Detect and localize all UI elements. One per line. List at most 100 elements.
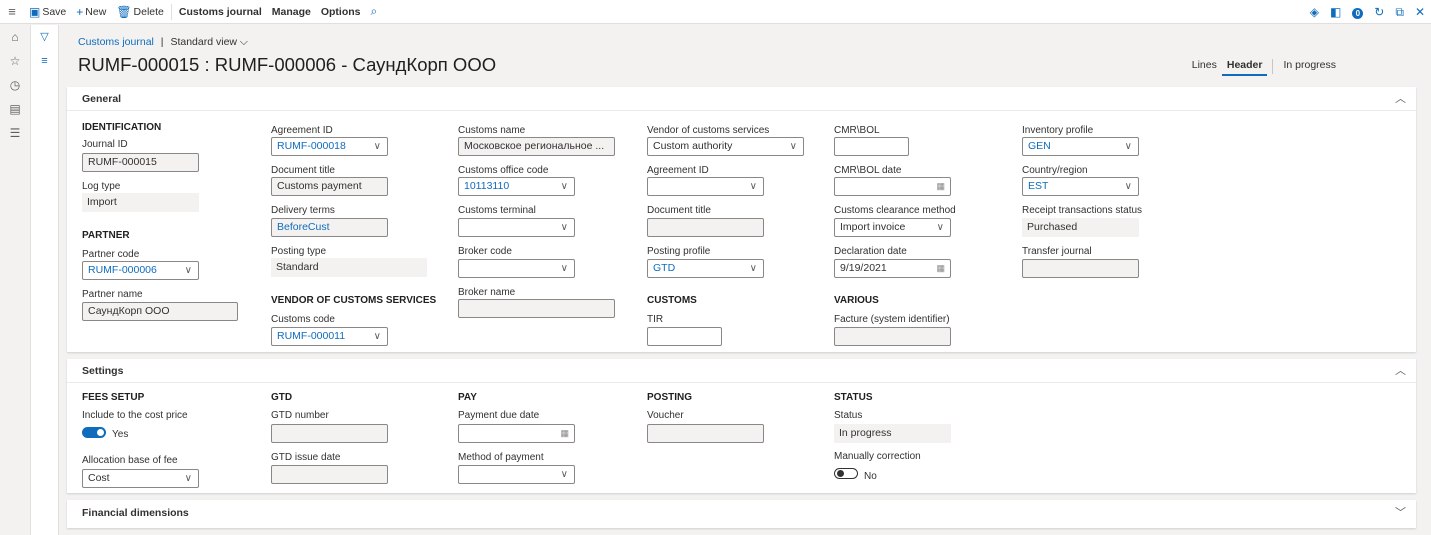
gtd-number-field[interactable] <box>271 424 388 443</box>
manual-correction-value: No <box>864 471 877 482</box>
agreement-id2-dropdown[interactable]: ∨ <box>647 177 764 196</box>
cmr-bol-label: CMR\BOL <box>834 125 880 136</box>
log-type-label: Log type <box>82 181 121 192</box>
home-icon[interactable]: ⌂ <box>0 25 30 49</box>
include-cost-value: Yes <box>112 429 129 440</box>
tir-field[interactable] <box>647 327 722 346</box>
posting-profile-label: Posting profile <box>647 246 711 257</box>
chevron-down-icon: ∨ <box>1124 141 1132 152</box>
settings-section-header[interactable]: Settings ︿ <box>67 359 1416 383</box>
cmr-bol-field[interactable] <box>834 137 909 156</box>
method-payment-dropdown[interactable]: ∨ <box>458 465 575 484</box>
customs-terminal-label: Customs terminal <box>458 205 536 216</box>
customs-terminal-dropdown[interactable]: ∨ <box>458 218 575 237</box>
list-icon[interactable]: ≡ <box>31 49 58 73</box>
include-cost-label: Include to the cost price <box>82 410 188 421</box>
toolbar-divider <box>170 3 172 20</box>
cmr-bol-date-label: CMR\BOL date <box>834 165 902 176</box>
chevron-down-icon: ∨ <box>1124 181 1132 192</box>
vendor-services-dropdown[interactable]: Custom authority ∨ <box>647 137 804 156</box>
options-button[interactable]: Options <box>316 0 366 24</box>
tir-label: TIR <box>647 314 664 325</box>
office-icon[interactable]: ◧ <box>1330 5 1341 19</box>
customs-code-dropdown[interactable]: RUMF-000011 ∨ <box>271 327 388 346</box>
transfer-journal-field[interactable] <box>1022 259 1139 278</box>
various-group: VARIOUS <box>834 295 879 306</box>
settings-section: Settings ︿ FEES SETUP Include to the cost… <box>67 359 1416 493</box>
manual-correction-toggle[interactable] <box>834 468 858 479</box>
clearance-method-dropdown[interactable]: Import invoice ∨ <box>834 218 951 237</box>
broker-name-field[interactable] <box>458 299 615 318</box>
top-toolbar: ≡ ▣ Save + New 🗑 Delete Customs journal Man… <box>0 0 1431 24</box>
chevron-up-icon: ︿ <box>1395 93 1406 105</box>
declaration-date-label: Declaration date <box>834 246 907 257</box>
manage-button[interactable]: Manage <box>267 0 316 24</box>
allocation-dropdown[interactable]: Cost ∨ <box>82 469 199 488</box>
calendar-icon: ▦ <box>560 428 569 438</box>
search-icon[interactable]: ⌕ <box>366 0 385 24</box>
broker-code-label: Broker code <box>458 246 512 257</box>
manual-correction-label: Manually correction <box>834 451 921 462</box>
recent-icon[interactable]: ◷ <box>0 73 30 97</box>
customs-journal-button[interactable]: Customs journal <box>174 0 267 24</box>
partner-name-field[interactable]: СаундКорп ООО <box>82 302 238 321</box>
vendor-customs-services-group: VENDOR OF CUSTOMS SERVICES <box>271 295 437 306</box>
trash-icon: 🗑 <box>116 4 132 19</box>
new-button[interactable]: + New <box>71 0 111 24</box>
modules-icon[interactable]: ☰ <box>0 121 30 145</box>
document-title-field[interactable]: Customs payment <box>271 177 388 196</box>
gtd-issue-date-field[interactable] <box>271 465 388 484</box>
chevron-down-icon: ﹀ <box>1395 507 1406 519</box>
tab-lines[interactable]: Lines <box>1187 59 1222 76</box>
agreement-id-dropdown[interactable]: RUMF-000018 ∨ <box>271 137 388 156</box>
payment-due-field[interactable]: ▦ <box>458 424 575 443</box>
declaration-date-field[interactable]: 9/19/2021 ▦ <box>834 259 951 278</box>
open-new-window-icon[interactable]: ⧉ <box>1395 5 1404 20</box>
tab-header[interactable]: Header <box>1221 59 1268 76</box>
include-cost-toggle[interactable] <box>82 427 106 438</box>
voucher-field[interactable] <box>647 424 764 443</box>
delete-button[interactable]: 🗑 Delete <box>111 0 169 24</box>
agreement-id-label: Agreement ID <box>271 125 333 136</box>
view-selector[interactable]: Standard view ⌵ <box>170 36 247 48</box>
document-title2-field[interactable] <box>647 218 764 237</box>
calendar-icon: ▦ <box>936 263 945 273</box>
diamond-icon[interactable]: ◈ <box>1310 5 1319 19</box>
notification-icon[interactable]: 0 <box>1352 5 1364 19</box>
breadcrumb-customs-journal-link[interactable]: Customs journal <box>78 36 154 48</box>
posting-type-value: Standard <box>271 258 427 277</box>
financial-dimensions-header[interactable]: Financial dimensions ﹀ <box>67 500 1416 528</box>
chevron-down-icon: ∨ <box>560 263 568 274</box>
filter-icon[interactable]: ▽ <box>31 25 58 49</box>
chevron-down-icon: ∨ <box>373 141 381 152</box>
page-title: RUMF-000015 : RUMF-000006 - СаундКорп ОО… <box>78 54 497 75</box>
country-label: Country/region <box>1022 165 1088 176</box>
chevron-down-icon: ∨ <box>560 181 568 192</box>
financial-dimensions-section: Financial dimensions ﹀ <box>67 500 1416 528</box>
partner-name-label: Partner name <box>82 289 143 300</box>
general-section-header[interactable]: General ︿ <box>67 87 1416 111</box>
journal-id-field[interactable]: RUMF-000015 <box>82 153 199 172</box>
save-button[interactable]: ▣ Save <box>24 0 71 24</box>
chevron-down-icon: ⌵ <box>239 36 248 48</box>
close-icon[interactable]: ✕ <box>1415 5 1425 19</box>
inventory-profile-dropdown[interactable]: GEN ∨ <box>1022 137 1139 156</box>
status-label: Status <box>834 410 863 421</box>
identification-group: IDENTIFICATION <box>82 122 162 133</box>
customs-code-label: Customs code <box>271 314 335 325</box>
facture-field[interactable] <box>834 327 951 346</box>
broker-name-label: Broker name <box>458 287 516 298</box>
delivery-terms-field[interactable]: BeforeCust <box>271 218 388 237</box>
broker-code-dropdown[interactable]: ∨ <box>458 259 575 278</box>
posting-profile-dropdown[interactable]: GTD ∨ <box>647 259 764 278</box>
partner-code-dropdown[interactable]: RUMF-000006 ∨ <box>82 261 199 280</box>
favorites-icon[interactable]: ☆ <box>0 49 30 73</box>
refresh-icon[interactable]: ↻ <box>1374 5 1384 19</box>
workspaces-icon[interactable]: ▤ <box>0 97 30 121</box>
breadcrumb-separator: | <box>160 36 164 48</box>
customs-office-code-dropdown[interactable]: 10113110 ∨ <box>458 177 575 196</box>
cmr-bol-date-field[interactable]: ▦ <box>834 177 951 196</box>
country-dropdown[interactable]: EST ∨ <box>1022 177 1139 196</box>
menu-icon[interactable]: ≡ <box>0 4 24 19</box>
customs-name-field[interactable]: Московское региональное ... <box>458 137 615 156</box>
